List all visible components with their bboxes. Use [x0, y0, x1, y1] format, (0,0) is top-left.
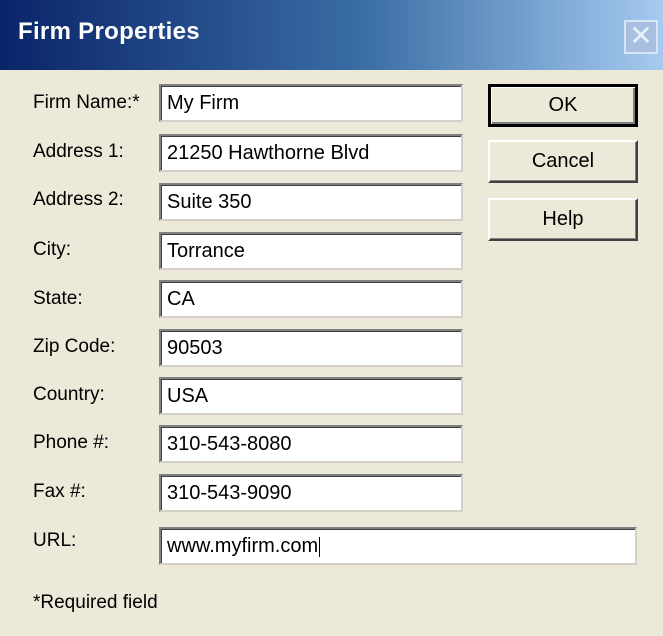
zip-code-label: Zip Code: [33, 336, 116, 357]
firm-name-field[interactable]: My Firm [159, 84, 463, 122]
phone-label: Phone #: [33, 432, 110, 453]
address1-field[interactable]: 21250 Hawthorne Blvd [159, 134, 463, 172]
country-field[interactable]: USA [159, 377, 463, 415]
state-field[interactable]: CA [159, 280, 463, 318]
required-field-note: *Required field [33, 592, 158, 613]
close-icon: ✕ [629, 19, 653, 52]
city-field[interactable]: Torrance [159, 232, 463, 270]
url-field-value: www.myfirm.com [167, 535, 319, 557]
help-button[interactable]: Help [488, 198, 638, 241]
firm-properties-dialog: Firm Properties ✕ Firm Name:* Address 1:… [0, 0, 663, 636]
firm-name-label: Firm Name:* [33, 92, 140, 113]
zip-code-field[interactable]: 90503 [159, 329, 463, 367]
phone-field[interactable]: 310-543-8080 [159, 425, 463, 463]
text-caret [319, 536, 321, 557]
state-label: State: [33, 288, 83, 309]
fax-label: Fax #: [33, 481, 86, 502]
address2-label: Address 2: [33, 189, 124, 210]
cancel-button[interactable]: Cancel [488, 140, 638, 183]
window-title: Firm Properties [18, 18, 200, 45]
country-label: Country: [33, 384, 105, 405]
fax-field[interactable]: 310-543-9090 [159, 474, 463, 512]
address1-label: Address 1: [33, 141, 124, 162]
url-field[interactable]: www.myfirm.com [159, 527, 637, 565]
city-label: City: [33, 239, 71, 260]
url-label: URL: [33, 530, 77, 551]
close-button[interactable]: ✕ [624, 20, 658, 54]
title-bar[interactable]: Firm Properties ✕ [0, 0, 663, 70]
ok-button[interactable]: OK [488, 84, 638, 127]
address2-field[interactable]: Suite 350 [159, 183, 463, 221]
